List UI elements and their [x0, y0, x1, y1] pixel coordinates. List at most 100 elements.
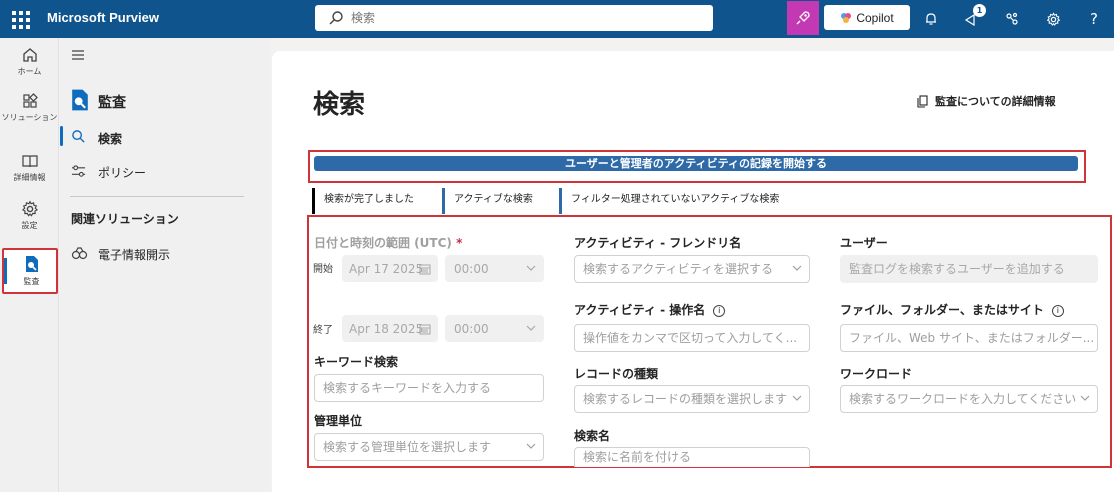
- help-button[interactable]: ?: [1083, 8, 1105, 30]
- secondary-nav: 監査 検索 ポリシー 関連ソリューション 電子情報開示: [60, 38, 271, 492]
- search-name-input[interactable]: 検索に名前を付ける: [574, 447, 810, 467]
- solutions-icon: [22, 93, 38, 108]
- rail-item-settings[interactable]: 設定: [0, 200, 59, 231]
- files-folders-sites-text: ファイル、フォルダー、またはサイト: [840, 303, 1044, 317]
- learn-icon: [21, 155, 38, 168]
- rail-item-home[interactable]: ホーム: [0, 46, 59, 77]
- keyword-input[interactable]: 検索するキーワードを入力する: [314, 374, 544, 402]
- activity-operation-label: アクティビティ - 操作名 i: [574, 301, 726, 318]
- rail-label-learn: 詳細情報: [13, 173, 46, 182]
- search-form-highlight: 日付と時刻の範囲 (UTC) * 開始 Apr 17 2025 00:00 終了…: [307, 215, 1112, 468]
- files-folders-sites-label: ファイル、フォルダー、またはサイト i: [840, 301, 1064, 318]
- end-label: 終了: [313, 325, 333, 336]
- gear-icon: [1046, 11, 1060, 26]
- start-recording-button[interactable]: ユーザーと管理者のアクティビティの記録を開始する: [314, 156, 1078, 171]
- tab-unfiltered-active-searches[interactable]: フィルター処理されていないアクティブな検索: [559, 188, 789, 214]
- global-search[interactable]: [315, 5, 713, 31]
- calendar-icon: [419, 324, 431, 335]
- chevron-down-icon: [526, 443, 536, 449]
- rail-label-home: ホーム: [17, 67, 42, 76]
- rail-label-settings: 設定: [21, 221, 38, 230]
- start-label: 開始: [313, 264, 333, 275]
- users-label: ユーザー: [840, 236, 888, 250]
- search-icon: [329, 11, 343, 25]
- tab-active-searches[interactable]: アクティブな検索: [442, 188, 560, 214]
- chevron-down-icon: [526, 265, 536, 271]
- activity-friendly-label: アクティビティ - フレンドリ名: [574, 236, 742, 250]
- tab-completed-searches[interactable]: 検索が完了しました: [312, 188, 440, 214]
- rocket-icon: [796, 11, 810, 25]
- copilot-icon: [841, 12, 852, 23]
- workload-dropdown[interactable]: 検索するワークロードを入力してください: [840, 385, 1098, 413]
- date-range-text: 日付と時刻の範囲 (UTC): [314, 236, 452, 250]
- nav-item-search[interactable]: 検索: [98, 130, 122, 147]
- end-date-value: Apr 18 2025: [349, 322, 424, 336]
- record-type-dropdown[interactable]: 検索するレコードの種類を選択します: [574, 385, 810, 413]
- left-rail: ホーム ソリューション 詳細情報 設定 監査: [0, 38, 59, 492]
- calendar-icon: [419, 264, 431, 275]
- nav-section-header: 関連ソリューション: [71, 212, 179, 226]
- info-icon[interactable]: i: [1051, 305, 1064, 317]
- learn-more-link[interactable]: 監査についての詳細情報: [916, 93, 1056, 109]
- settings-icon: [21, 200, 38, 217]
- rail-item-learn[interactable]: 詳細情報: [0, 152, 59, 183]
- search-icon: [72, 130, 85, 143]
- rail-label-solutions: ソリューション: [1, 113, 58, 122]
- activity-friendly-placeholder: 検索するアクティビティを選択する: [583, 262, 773, 276]
- rail-item-audit-content: 監査: [2, 254, 61, 287]
- chevron-down-icon: [792, 265, 802, 271]
- nav-divider: [70, 196, 244, 197]
- start-date-value: Apr 17 2025: [349, 262, 424, 276]
- start-recording-highlight: ユーザーと管理者のアクティビティの記録を開始する: [308, 150, 1086, 183]
- chevron-down-icon: [1080, 395, 1090, 401]
- notifications-button[interactable]: [920, 8, 942, 30]
- activity-operation-text: アクティビティ - 操作名: [574, 303, 706, 317]
- ediscovery-icon: [71, 247, 88, 260]
- nav-selection-indicator: [60, 126, 63, 146]
- nav-item-policy[interactable]: ポリシー: [98, 164, 146, 181]
- hamburger-icon[interactable]: [71, 49, 85, 61]
- audit-icon: [72, 89, 88, 111]
- search-name-label: 検索名: [574, 429, 611, 443]
- app-launcher-icon[interactable]: [10, 9, 30, 29]
- end-time-dropdown[interactable]: 00:00: [445, 315, 544, 342]
- help-icon: ?: [1090, 10, 1098, 28]
- copilot-label: Copilot: [856, 10, 894, 25]
- start-date-picker[interactable]: Apr 17 2025: [342, 255, 438, 282]
- copilot-button[interactable]: Copilot: [824, 5, 910, 30]
- activity-operation-input[interactable]: 操作値をカンマで区切って入力してく...: [574, 324, 810, 352]
- connections-button[interactable]: [1001, 8, 1023, 30]
- copilot-rocket-button[interactable]: [787, 1, 819, 35]
- start-time-value: 00:00: [454, 262, 489, 276]
- learn-more-label: 監査についての詳細情報: [935, 95, 1056, 108]
- chevron-down-icon: [792, 395, 802, 401]
- end-date-picker[interactable]: Apr 18 2025: [342, 315, 438, 342]
- users-input[interactable]: 監査ログを検索するユーザーを追加する: [840, 255, 1098, 283]
- workload-label: ワークロード: [840, 367, 913, 381]
- required-mark: *: [456, 236, 463, 250]
- search-input[interactable]: [351, 5, 701, 31]
- admin-units-placeholder: 検索する管理単位を選択します: [323, 440, 492, 454]
- page-title: 検索: [313, 89, 366, 119]
- top-bar: Microsoft Purview Copilot 1 ?: [0, 0, 1114, 38]
- rail-item-solutions[interactable]: ソリューション: [0, 92, 59, 123]
- main-content: 検索 監査についての詳細情報 ユーザーと管理者のアクティビティの記録を開始する …: [272, 51, 1114, 492]
- network-icon: [1006, 12, 1018, 25]
- app-title[interactable]: Microsoft Purview: [47, 10, 159, 25]
- admin-units-label: 管理単位: [314, 414, 363, 428]
- document-icon: [917, 94, 928, 108]
- bell-icon: [926, 13, 936, 25]
- info-icon[interactable]: i: [713, 305, 726, 317]
- chevron-down-icon: [526, 325, 536, 331]
- nav-title: 監査: [98, 95, 126, 111]
- nav-item-ediscovery[interactable]: 電子情報開示: [98, 246, 170, 263]
- whats-new-button[interactable]: 1: [960, 4, 986, 30]
- rail-item-audit[interactable]: 監査: [2, 248, 58, 294]
- admin-units-dropdown[interactable]: 検索する管理単位を選択します: [314, 433, 544, 461]
- activity-friendly-dropdown[interactable]: 検索するアクティビティを選択する: [574, 255, 810, 283]
- files-folders-sites-input[interactable]: ファイル、Web サイト、またはフォルダー...: [840, 324, 1098, 352]
- home-icon: [22, 48, 37, 62]
- settings-button[interactable]: [1042, 8, 1064, 30]
- policy-icon: [71, 165, 86, 177]
- start-time-dropdown[interactable]: 00:00: [445, 255, 544, 282]
